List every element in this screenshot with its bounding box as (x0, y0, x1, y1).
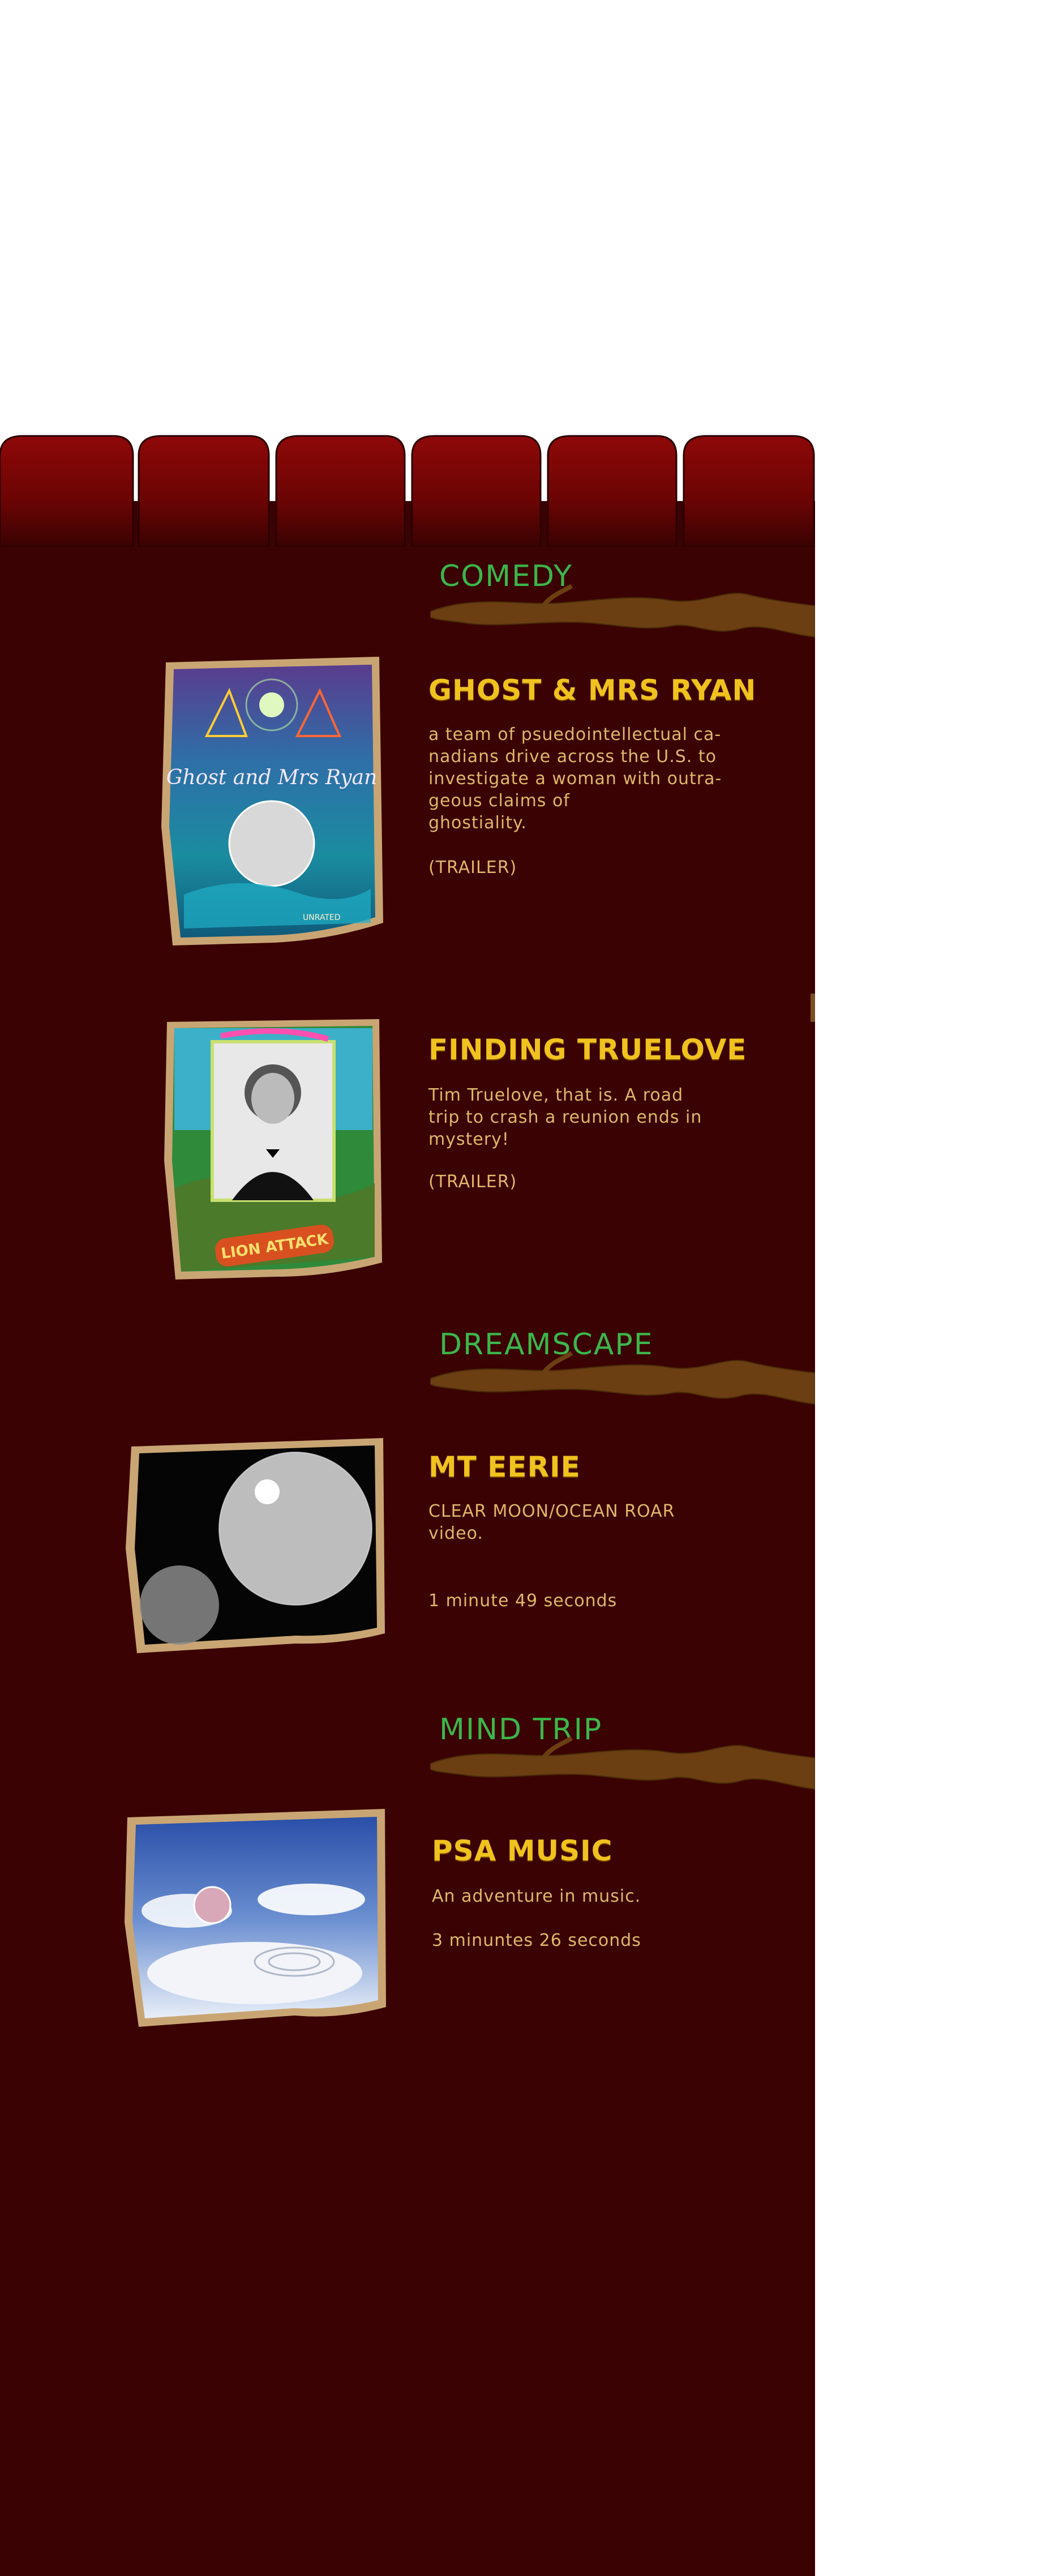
trailer-link-ghost-mrs-ryan[interactable]: (TRAILER) (428, 858, 517, 878)
description-line: nadians drive across the U.S. to (428, 747, 717, 767)
film-title-finding-truelove[interactable]: FINDING TRUELOVE (428, 1033, 747, 1066)
film-duration-mt-eerie: 1 minute 49 seconds (428, 1591, 618, 1611)
description-line: video. (428, 1524, 483, 1543)
branch-divider-mind-trip (430, 1736, 815, 1790)
curtain-valance (0, 433, 815, 546)
film-description-psa-music: An adventure in music. (432, 1885, 641, 1907)
film-description-ghost-mrs-ryan: a team of psuedointellectual ca- nadians… (428, 724, 722, 834)
description-line: CLEAR MOON/OCEAN ROAR (428, 1501, 675, 1521)
film-description-mt-eerie: CLEAR MOON/OCEAN ROAR video. (428, 1500, 675, 1544)
description-line: investigate a woman with outra- (428, 769, 722, 789)
description-line: Tim Truelove, that is. A road (428, 1085, 684, 1105)
svg-text:Ghost and Mrs Ryan: Ghost and Mrs Ryan (166, 766, 378, 789)
description-line: geous claims of (428, 791, 570, 811)
film-title-mt-eerie[interactable]: MT EERIE (428, 1450, 581, 1483)
film-title-psa-music[interactable]: PSA MUSIC (432, 1834, 612, 1867)
svg-text:UNRATED: UNRATED (303, 913, 341, 922)
description-line: An adventure in music. (432, 1886, 641, 1906)
description-line: ghostiality. (428, 813, 527, 833)
film-duration-psa-music: 3 minuntes 26 seconds (432, 1931, 641, 1950)
description-line: a team of psuedointellectual ca- (428, 725, 722, 744)
finding-truelove-poster[interactable]: LION ATTACK (164, 1019, 382, 1280)
trailer-link-finding-truelove[interactable]: (TRAILER) (428, 1172, 517, 1192)
psa-music-still[interactable] (125, 1809, 388, 2027)
ghost-mrs-ryan-poster[interactable]: Ghost and Mrs Ryan UNRATED (161, 657, 385, 945)
film-description-finding-truelove: Tim Truelove, that is. A road trip to cr… (428, 1084, 702, 1150)
branch-divider-dreamscape (430, 1351, 815, 1405)
film-title-ghost-mrs-ryan[interactable]: GHOST & MRS RYAN (428, 674, 756, 707)
description-line: trip to crash a reunion ends in (428, 1107, 702, 1127)
mt-eerie-still[interactable] (126, 1435, 386, 1656)
description-line: mystery! (428, 1129, 509, 1149)
branch-divider-comedy (430, 584, 815, 638)
edge-marker (811, 994, 815, 1022)
